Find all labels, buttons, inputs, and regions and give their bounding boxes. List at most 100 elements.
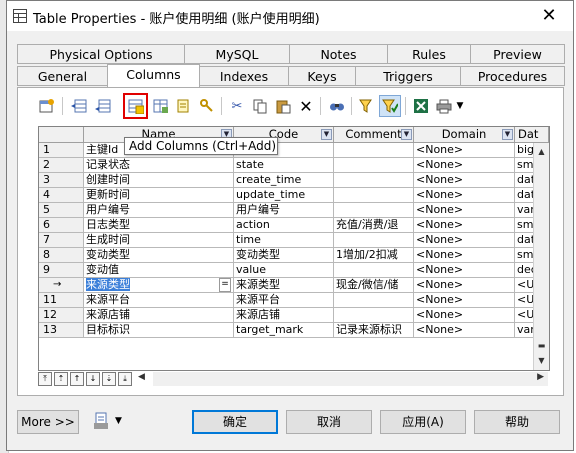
table-row[interactable]: 7 生成时间 time <None> date [39, 233, 549, 248]
code-cell[interactable]: 来源平台 [234, 293, 334, 308]
cut-button[interactable]: ✂ [226, 95, 248, 117]
properties-button[interactable] [36, 95, 58, 117]
comment-cell[interactable] [334, 158, 414, 173]
more-button[interactable]: More >> [17, 410, 79, 434]
domain-cell[interactable]: <None> [414, 323, 515, 338]
name-cell[interactable]: 创建时间 [84, 173, 234, 188]
tab-preview[interactable]: Preview [470, 44, 565, 64]
print-dropdown-button[interactable]: ▼ [454, 95, 466, 117]
domain-cell[interactable]: <None> [414, 188, 515, 203]
table-row[interactable]: 4 更新时间 update_time <None> date [39, 188, 549, 203]
filter-button[interactable] [356, 95, 378, 117]
move-down-one-button[interactable]: ↓ [86, 372, 100, 386]
code-cell[interactable]: action [234, 218, 334, 233]
selected-name-text[interactable]: 来源类型 [86, 278, 130, 291]
comment-cell[interactable]: 充值/消费/退 [334, 218, 414, 233]
name-cell[interactable]: 用户编号 [84, 203, 234, 218]
domain-cell[interactable]: <None> [414, 203, 515, 218]
move-down-button[interactable]: ⇣ [102, 372, 116, 386]
tab-keys[interactable]: Keys [288, 66, 356, 86]
code-cell[interactable]: 来源类型 [234, 278, 334, 293]
print-button[interactable] [433, 95, 455, 117]
name-cell[interactable]: 变动类型 [84, 248, 234, 263]
tab-notes[interactable]: Notes [289, 44, 388, 64]
datatype-column-header[interactable]: Dat [515, 127, 549, 143]
domain-cell[interactable]: <None> [414, 308, 515, 323]
code-cell[interactable]: state [234, 158, 334, 173]
table-row[interactable]: 6 日志类型 action 充值/消费/退 <None> sma [39, 218, 549, 233]
name-cell[interactable]: 记录状态 [84, 158, 234, 173]
scroll-left-icon[interactable]: ◀ [138, 372, 145, 382]
scroll-down-icon[interactable]: ▼ [535, 354, 548, 367]
table-row[interactable]: 9 变动值 value <None> deci [39, 263, 549, 278]
tab-triggers[interactable]: Triggers [355, 66, 461, 86]
table-row[interactable]: 11 来源平台 来源平台 <None> <Un [39, 293, 549, 308]
code-cell[interactable]: 来源店铺 [234, 308, 334, 323]
insert-row-button[interactable] [68, 95, 90, 117]
tab-indexes[interactable]: Indexes [199, 66, 289, 86]
table-row[interactable]: 2 记录状态 state <None> sma [39, 158, 549, 173]
domain-cell[interactable]: <None> [414, 218, 515, 233]
domain-cell[interactable]: <None> [414, 248, 515, 263]
move-up-button[interactable]: ⇡ [54, 372, 68, 386]
add-row-button[interactable] [92, 95, 114, 117]
table-row[interactable]: 12 来源店铺 来源店铺 <None> <Un [39, 308, 549, 323]
domain-cell[interactable]: <None> [414, 143, 515, 158]
name-cell[interactable]: 变动值 [84, 263, 234, 278]
domain-cell[interactable]: <None> [414, 263, 515, 278]
code-cell[interactable]: create_time [234, 173, 334, 188]
tab-mysql[interactable]: MySQL [184, 44, 290, 64]
domain-cell[interactable]: <None> [414, 293, 515, 308]
excel-button[interactable] [410, 95, 432, 117]
customize-columns-button[interactable] [379, 95, 401, 117]
code-cell[interactable]: target_mark [234, 323, 334, 338]
move-top-button[interactable]: ⤒ [38, 372, 52, 386]
name-cell[interactable]: 日志类型 [84, 218, 234, 233]
tab-rules[interactable]: Rules [387, 44, 471, 64]
copy-button[interactable] [249, 95, 271, 117]
table-row[interactable]: → 来源类型 = 来源类型 现金/微信/储 <None> <Un [39, 278, 549, 293]
apply-button[interactable]: 应用(A) [380, 410, 466, 434]
close-button[interactable]: ✕ [527, 2, 571, 29]
chevron-down-icon[interactable]: ▼ [321, 129, 332, 140]
domain-cell[interactable]: <None> [414, 278, 515, 293]
name-cell[interactable]: 生成时间 [84, 233, 234, 248]
copy-columns-button[interactable] [150, 95, 172, 117]
name-cell[interactable]: 来源类型 = [84, 278, 234, 293]
move-up-one-button[interactable]: ↑ [70, 372, 84, 386]
vertical-scrollbar[interactable]: ▲ ▬ ▼ [533, 143, 549, 370]
delete-button[interactable]: ✕ [295, 95, 317, 117]
scroll-up-icon[interactable]: ▲ [535, 145, 548, 158]
options-button[interactable] [93, 412, 113, 432]
comment-cell[interactable] [334, 143, 414, 158]
move-bottom-button[interactable]: ⤓ [118, 372, 132, 386]
table-row[interactable]: 5 用户编号 用户编号 <None> varc [39, 203, 549, 218]
table-row[interactable]: 8 变动类型 变动类型 1增加/2扣减 <None> sma [39, 248, 549, 263]
name-code-link-icon[interactable]: = [219, 278, 231, 292]
code-cell[interactable]: time [234, 233, 334, 248]
tab-general[interactable]: General [17, 66, 108, 86]
comment-cell[interactable]: 现金/微信/储 [334, 278, 414, 293]
horizontal-scrollbar[interactable] [153, 372, 548, 386]
cancel-button[interactable]: 取消 [286, 410, 372, 434]
paste-button[interactable] [272, 95, 294, 117]
comment-cell[interactable] [334, 293, 414, 308]
domain-cell[interactable]: <None> [414, 233, 515, 248]
code-cell[interactable]: value [234, 263, 334, 278]
domain-column-header[interactable]: Domain ▼ [414, 127, 515, 143]
scroll-right-icon[interactable]: ▶ [537, 372, 544, 382]
scroll-bottom-icon[interactable]: ▬ [535, 339, 548, 352]
domain-cell[interactable]: <None> [414, 173, 515, 188]
comment-cell[interactable] [334, 233, 414, 248]
domain-cell[interactable]: <None> [414, 158, 515, 173]
tab-physical-options[interactable]: Physical Options [17, 44, 185, 64]
name-cell[interactable]: 更新时间 [84, 188, 234, 203]
find-button[interactable] [326, 95, 348, 117]
name-cell[interactable]: 来源平台 [84, 293, 234, 308]
code-cell[interactable]: 变动类型 [234, 248, 334, 263]
comment-cell[interactable] [334, 263, 414, 278]
table-row[interactable]: 13 目标标识 target_mark 记录来源标识 <None> varc [39, 323, 549, 338]
comment-cell[interactable]: 记录来源标识 [334, 323, 414, 338]
comment-cell[interactable] [334, 173, 414, 188]
code-cell[interactable]: 用户编号 [234, 203, 334, 218]
